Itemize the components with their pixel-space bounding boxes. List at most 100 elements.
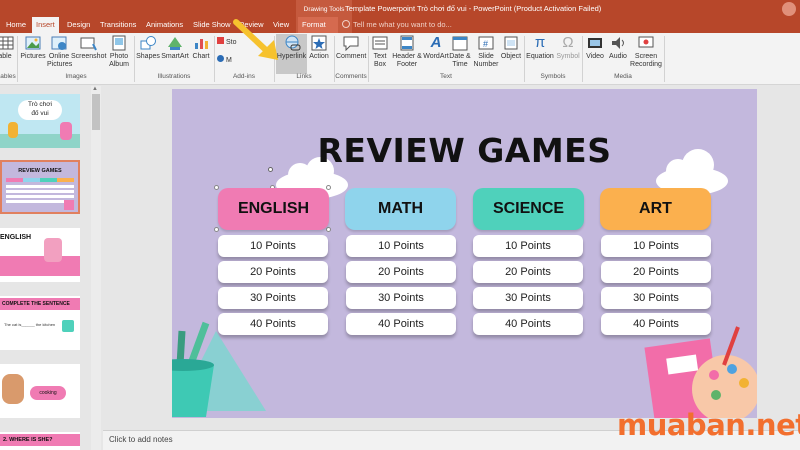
points-button[interactable]: 30 Points — [218, 287, 328, 309]
group-links: Links — [296, 73, 312, 80]
comment-button[interactable]: Comment — [336, 34, 366, 74]
chart-icon — [192, 35, 210, 51]
points-button[interactable]: 30 Points — [346, 287, 456, 309]
points-button[interactable]: 40 Points — [473, 313, 583, 335]
store-icon — [217, 37, 224, 44]
selection-handle[interactable] — [326, 227, 331, 232]
pictures-button[interactable]: Pictures — [19, 34, 47, 74]
slide-thumbnail-5[interactable]: cooking — [0, 364, 80, 418]
tab-design[interactable]: Design — [63, 17, 94, 33]
header-footer-label: Header & Footer — [392, 53, 422, 68]
separator — [368, 36, 369, 82]
screenshot-button[interactable]: Screenshot — [71, 34, 107, 74]
screenshot-label: Screenshot — [71, 53, 107, 60]
table-button[interactable]: able — [0, 34, 16, 74]
header-footer-button[interactable]: Header & Footer — [391, 34, 423, 74]
slide-thumbnail-4[interactable]: COMPLETE THE SENTENCE The cat is______ t… — [0, 296, 80, 350]
my-addins-label: M — [226, 57, 232, 64]
photo-album-button[interactable]: Photo Album — [106, 34, 132, 74]
points-button[interactable]: 30 Points — [473, 287, 583, 309]
audio-button[interactable]: Audio — [606, 34, 630, 74]
rotate-handle[interactable] — [268, 167, 273, 172]
points-button[interactable]: 20 Points — [346, 261, 456, 283]
online-pictures-button[interactable]: Online Pictures — [47, 34, 72, 74]
action-button[interactable]: Action — [307, 34, 331, 74]
textbox-label: Text Box — [373, 53, 387, 68]
screen-recording-button[interactable]: Screen Recording — [630, 34, 662, 74]
my-addins-icon — [217, 55, 224, 62]
separator — [582, 36, 583, 82]
window-title: Template Powerpoint Trò chơi đố vui - Po… — [345, 4, 602, 13]
online-pictures-icon — [50, 35, 68, 51]
selection-handle[interactable] — [214, 185, 219, 190]
symbol-button[interactable]: Ω Symbol — [555, 34, 581, 74]
hyperlink-icon — [283, 35, 301, 51]
comment-icon — [342, 35, 360, 52]
points-button[interactable]: 20 Points — [218, 261, 328, 283]
pencil-cup-icon — [172, 321, 266, 417]
selection-handle[interactable] — [326, 185, 331, 190]
smartart-button[interactable]: SmartArt — [161, 34, 189, 74]
points-button[interactable]: 10 Points — [601, 235, 711, 257]
table-icon — [0, 35, 14, 51]
slide-thumbnail-1[interactable]: Trò chơi đố vui — [0, 94, 80, 148]
slide-title[interactable]: REVIEW GAMES — [172, 131, 757, 170]
wordart-icon: A — [430, 34, 442, 51]
title-tab-bar: Drawing Tools Template Powerpoint Trò ch… — [0, 0, 800, 33]
scroll-thumb[interactable] — [92, 94, 100, 130]
tab-animations[interactable]: Animations — [142, 17, 187, 33]
thumb6-title: 2. WHERE IS SHE? — [0, 434, 80, 446]
pi-icon: π — [534, 34, 546, 51]
points-button[interactable]: 10 Points — [473, 235, 583, 257]
thumb4-sub: The cat is______ the kitchen — [4, 322, 56, 327]
category-art[interactable]: ART — [600, 188, 711, 230]
ribbon-insert: able ables Pictures Online Pictures Scre… — [0, 33, 800, 85]
tell-me-search[interactable]: Tell me what you want to do... — [342, 20, 452, 29]
slide-review-games[interactable]: REVIEW GAMES ENGLISH MATH SCIENCE ART 10… — [172, 89, 757, 418]
thumb-title: Trò chơi đố vui — [18, 100, 62, 120]
thumb1-line2: đố vui — [31, 110, 49, 117]
points-button[interactable]: 20 Points — [473, 261, 583, 283]
thumb3-figure — [44, 238, 62, 262]
tab-insert[interactable]: Insert — [32, 17, 59, 33]
slide-thumbnail-6[interactable]: 2. WHERE IS SHE? — [0, 432, 80, 450]
tab-format[interactable]: Format — [298, 17, 338, 33]
tab-transitions[interactable]: Transitions — [96, 17, 140, 33]
account-icon[interactable] — [782, 2, 796, 16]
equation-button[interactable]: π Equation — [525, 34, 555, 74]
points-button[interactable]: 30 Points — [601, 287, 711, 309]
category-math[interactable]: MATH — [345, 188, 456, 230]
header-footer-icon — [398, 35, 416, 51]
thumbnail-scrollbar[interactable]: ▲ — [91, 86, 101, 450]
category-english[interactable]: ENGLISH — [218, 188, 329, 230]
textbox-button[interactable]: Text Box — [370, 34, 390, 74]
points-button[interactable]: 20 Points — [601, 261, 711, 283]
slide-thumbnail-3[interactable]: ENGLISH — [0, 228, 80, 282]
category-science[interactable]: SCIENCE — [473, 188, 584, 230]
points-button[interactable]: 10 Points — [346, 235, 456, 257]
slide-number-button[interactable]: # Slide Number — [472, 34, 500, 74]
action-star-icon — [310, 35, 328, 51]
selection-handle[interactable] — [214, 227, 219, 232]
points-button[interactable]: 10 Points — [218, 235, 328, 257]
points-button[interactable]: 40 Points — [346, 313, 456, 335]
tab-home[interactable]: Home — [2, 17, 30, 33]
chart-button[interactable]: Chart — [190, 34, 212, 74]
slide-thumbnail-2[interactable]: REVIEW GAMES — [0, 160, 80, 214]
svg-text:#: # — [483, 39, 488, 49]
omega-icon: Ω — [562, 34, 574, 51]
lightbulb-icon — [342, 20, 350, 28]
watermark-logo: muaban.net — [617, 408, 800, 442]
object-button[interactable]: Object — [500, 34, 522, 74]
wordart-button[interactable]: A WordArt — [423, 34, 449, 74]
object-label: Object — [500, 53, 522, 60]
pictures-icon — [24, 35, 42, 51]
slide-number-icon: # — [477, 35, 495, 51]
date-time-button[interactable]: Date & Time — [449, 34, 471, 74]
tab-slideshow[interactable]: Slide Show — [189, 17, 235, 33]
scroll-up-icon[interactable]: ▲ — [92, 86, 98, 92]
shapes-button[interactable]: Shapes — [135, 34, 161, 74]
thumb-figure — [8, 122, 18, 138]
thumb3-title: ENGLISH — [0, 234, 32, 241]
video-button[interactable]: Video — [584, 34, 606, 74]
